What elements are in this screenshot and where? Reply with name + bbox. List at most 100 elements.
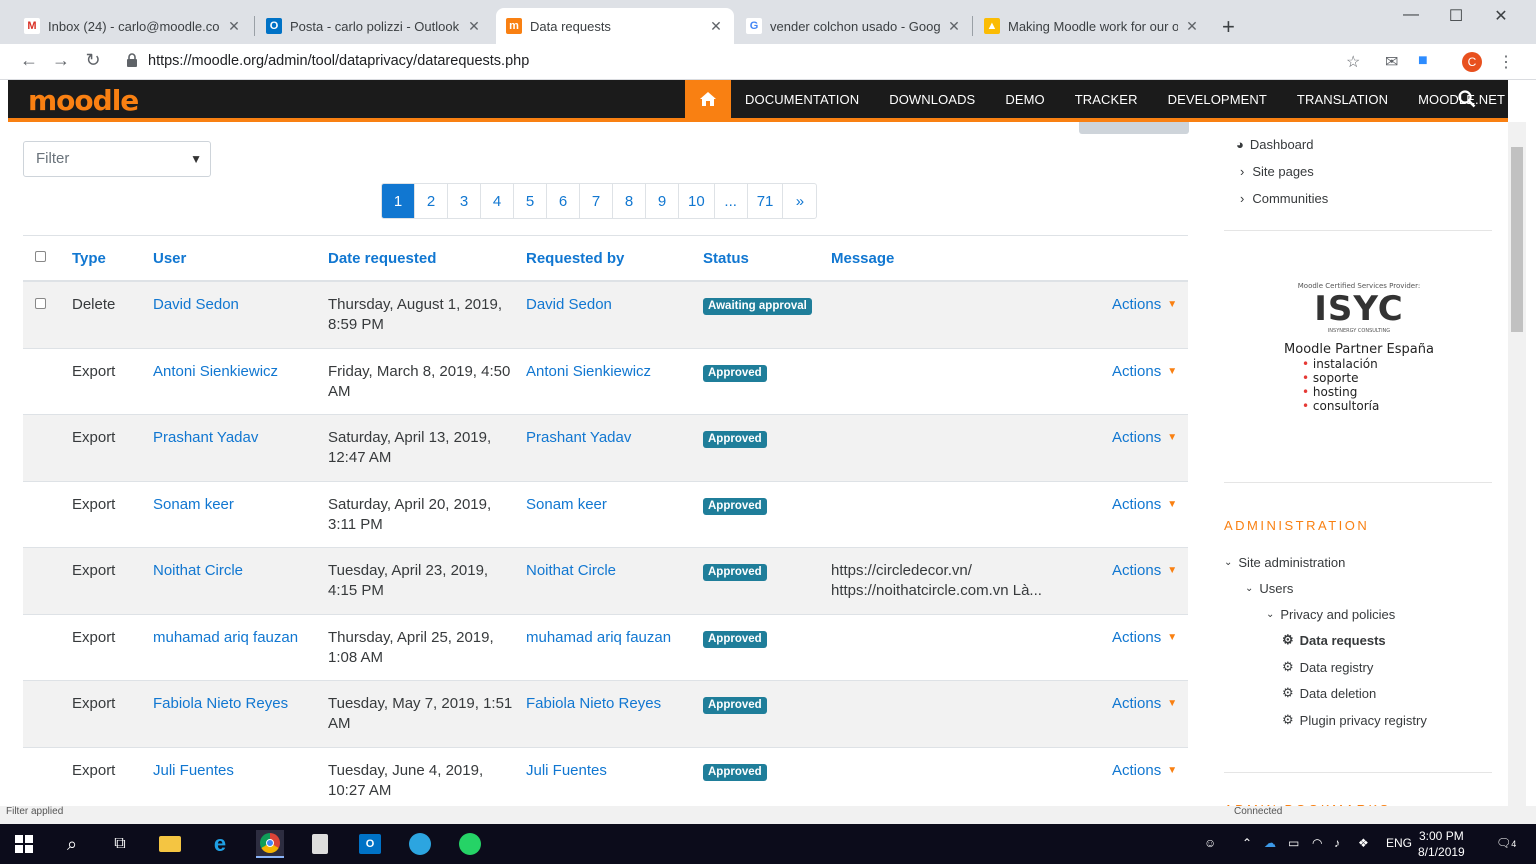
notifications-icon[interactable]: 🗨4: [1496, 836, 1516, 850]
new-tab-button[interactable]: +: [1222, 14, 1235, 40]
file-explorer-icon[interactable]: [156, 830, 184, 858]
forward-icon[interactable]: →: [49, 50, 73, 71]
chrome-icon[interactable]: [256, 830, 284, 858]
close-tab-icon[interactable]: ✕: [466, 18, 482, 35]
user-link[interactable]: muhamad ariq fauzan: [153, 628, 298, 648]
page-link[interactable]: 10: [679, 184, 715, 218]
col-status[interactable]: Status: [703, 250, 749, 267]
task-view-icon[interactable]: ⧉: [106, 830, 134, 858]
page-link[interactable]: 9: [646, 184, 679, 218]
minimize-icon[interactable]: —: [1396, 6, 1426, 24]
outlook-icon[interactable]: O: [356, 830, 384, 858]
edge-icon[interactable]: e: [206, 830, 234, 858]
show-hidden-icons[interactable]: ⌃: [1242, 836, 1252, 850]
page-link[interactable]: 8: [613, 184, 646, 218]
nav-data-registry[interactable]: ⚙ Data registry: [1282, 659, 1373, 675]
requested-by-link[interactable]: Prashant Yadav: [526, 428, 631, 448]
isyc-advert[interactable]: Moodle Certified Services Provider: ISYC…: [1284, 282, 1434, 413]
actions-menu[interactable]: Actions ▼: [1112, 362, 1177, 384]
volume-icon[interactable]: ♪: [1334, 836, 1340, 850]
close-tab-icon[interactable]: ✕: [1184, 18, 1200, 35]
actions-menu[interactable]: Actions ▼: [1112, 495, 1177, 517]
whatsapp-icon[interactable]: [456, 830, 484, 858]
page-scrollbar[interactable]: [1508, 122, 1526, 812]
battery-icon[interactable]: ▭: [1288, 836, 1299, 850]
tab-gmail[interactable]: M Inbox (24) - carlo@moodle.com ✕: [14, 8, 252, 44]
actions-menu[interactable]: Actions ▼: [1112, 628, 1177, 650]
wifi-icon[interactable]: ◠: [1312, 836, 1322, 850]
tab-outlook[interactable]: O Posta - carlo polizzi - Outlook ✕: [256, 8, 492, 44]
language-indicator[interactable]: ENG: [1386, 836, 1412, 850]
requested-by-link[interactable]: Sonam keer: [526, 495, 607, 515]
nav-data-requests[interactable]: ⚙ Data requests: [1282, 632, 1386, 648]
actions-menu[interactable]: Actions ▼: [1112, 561, 1177, 583]
close-tab-icon[interactable]: ✕: [708, 18, 724, 35]
scrollbar-thumb[interactable]: [1511, 147, 1523, 332]
nav-communities[interactable]: › Communities: [1240, 191, 1328, 206]
menu-tracker[interactable]: TRACKER: [1075, 92, 1138, 107]
page-link[interactable]: 5: [514, 184, 547, 218]
actions-menu[interactable]: Actions ▼: [1112, 694, 1177, 716]
user-link[interactable]: Prashant Yadav: [153, 428, 258, 448]
menu-development[interactable]: DEVELOPMENT: [1168, 92, 1267, 107]
tab-google-search[interactable]: G vender colchon usado - Google S ✕: [736, 8, 972, 44]
requested-by-link[interactable]: Antoni Sienkiewicz: [526, 362, 651, 382]
onedrive-icon[interactable]: ☁: [1264, 836, 1276, 850]
row-checkbox[interactable]: [35, 298, 46, 309]
dropbox-icon[interactable]: ❖: [1358, 836, 1369, 850]
requested-by-link[interactable]: Juli Fuentes: [526, 761, 607, 781]
col-user[interactable]: User: [153, 250, 186, 267]
nav-site-administration[interactable]: ⌄ Site administration: [1224, 555, 1345, 570]
telegram-icon[interactable]: [406, 830, 434, 858]
menu-demo[interactable]: DEMO: [1005, 92, 1044, 107]
calculator-icon[interactable]: [306, 830, 334, 858]
page-link[interactable]: 7: [580, 184, 613, 218]
nav-dashboard[interactable]: ◕ Dashboard: [1236, 137, 1313, 152]
menu-icon[interactable]: ⋮: [1498, 52, 1514, 72]
search-icon[interactable]: [1458, 90, 1476, 108]
home-button[interactable]: [685, 80, 731, 118]
nav-users[interactable]: ⌄ Users: [1245, 581, 1293, 596]
user-link[interactable]: Juli Fuentes: [153, 761, 234, 781]
col-requested-by[interactable]: Requested by: [526, 250, 624, 267]
menu-documentation[interactable]: DOCUMENTATION: [745, 92, 859, 107]
reload-icon[interactable]: ↻: [81, 50, 105, 71]
requested-by-link[interactable]: David Sedon: [526, 295, 612, 315]
moodle-logo[interactable]: moodle: [28, 84, 139, 117]
bookmark-star-icon[interactable]: ☆: [1346, 52, 1360, 72]
partial-button[interactable]: [1079, 122, 1189, 134]
col-type[interactable]: Type: [72, 250, 106, 267]
tab-data-requests[interactable]: m Data requests ✕: [496, 8, 734, 44]
user-link[interactable]: Antoni Sienkiewicz: [153, 362, 278, 382]
maximize-icon[interactable]: ☐: [1441, 6, 1471, 26]
menu-translation[interactable]: TRANSLATION: [1297, 92, 1388, 107]
close-window-icon[interactable]: ✕: [1486, 6, 1516, 26]
actions-menu[interactable]: Actions ▼: [1112, 428, 1177, 450]
requested-by-link[interactable]: Noithat Circle: [526, 561, 616, 581]
actions-menu[interactable]: Actions ▼: [1112, 761, 1177, 783]
profile-avatar[interactable]: C: [1462, 52, 1482, 72]
user-link[interactable]: Sonam keer: [153, 495, 234, 515]
mail-extension-icon[interactable]: ✉: [1385, 52, 1398, 72]
back-icon[interactable]: ←: [17, 50, 41, 71]
filter-select[interactable]: Filter ▼: [23, 141, 211, 177]
taskbar-clock[interactable]: 3:00 PM 8/1/2019: [1418, 828, 1465, 860]
requested-by-link[interactable]: muhamad ariq fauzan: [526, 628, 671, 648]
nav-privacy-policies[interactable]: ⌄ Privacy and policies: [1266, 607, 1395, 622]
menu-downloads[interactable]: DOWNLOADS: [889, 92, 975, 107]
user-link[interactable]: David Sedon: [153, 295, 239, 315]
next-page-link[interactable]: »: [783, 184, 816, 218]
user-link[interactable]: Noithat Circle: [153, 561, 243, 581]
nav-data-deletion[interactable]: ⚙ Data deletion: [1282, 685, 1376, 701]
address-bar[interactable]: https://moodle.org/admin/tool/dataprivac…: [148, 53, 529, 69]
nav-site-pages[interactable]: › Site pages: [1240, 164, 1314, 179]
page-link[interactable]: 71: [748, 184, 784, 218]
page-link[interactable]: 4: [481, 184, 514, 218]
windows-start-icon[interactable]: [10, 830, 38, 858]
zoom-extension-icon[interactable]: ■: [1418, 52, 1428, 70]
tab-google-drive[interactable]: ▲ Making Moodle work for our ow ✕: [974, 8, 1210, 44]
actions-menu[interactable]: Actions ▼: [1112, 295, 1177, 317]
requested-by-link[interactable]: Fabiola Nieto Reyes: [526, 694, 661, 714]
close-tab-icon[interactable]: ✕: [226, 18, 242, 35]
select-all-checkbox[interactable]: [35, 251, 46, 262]
